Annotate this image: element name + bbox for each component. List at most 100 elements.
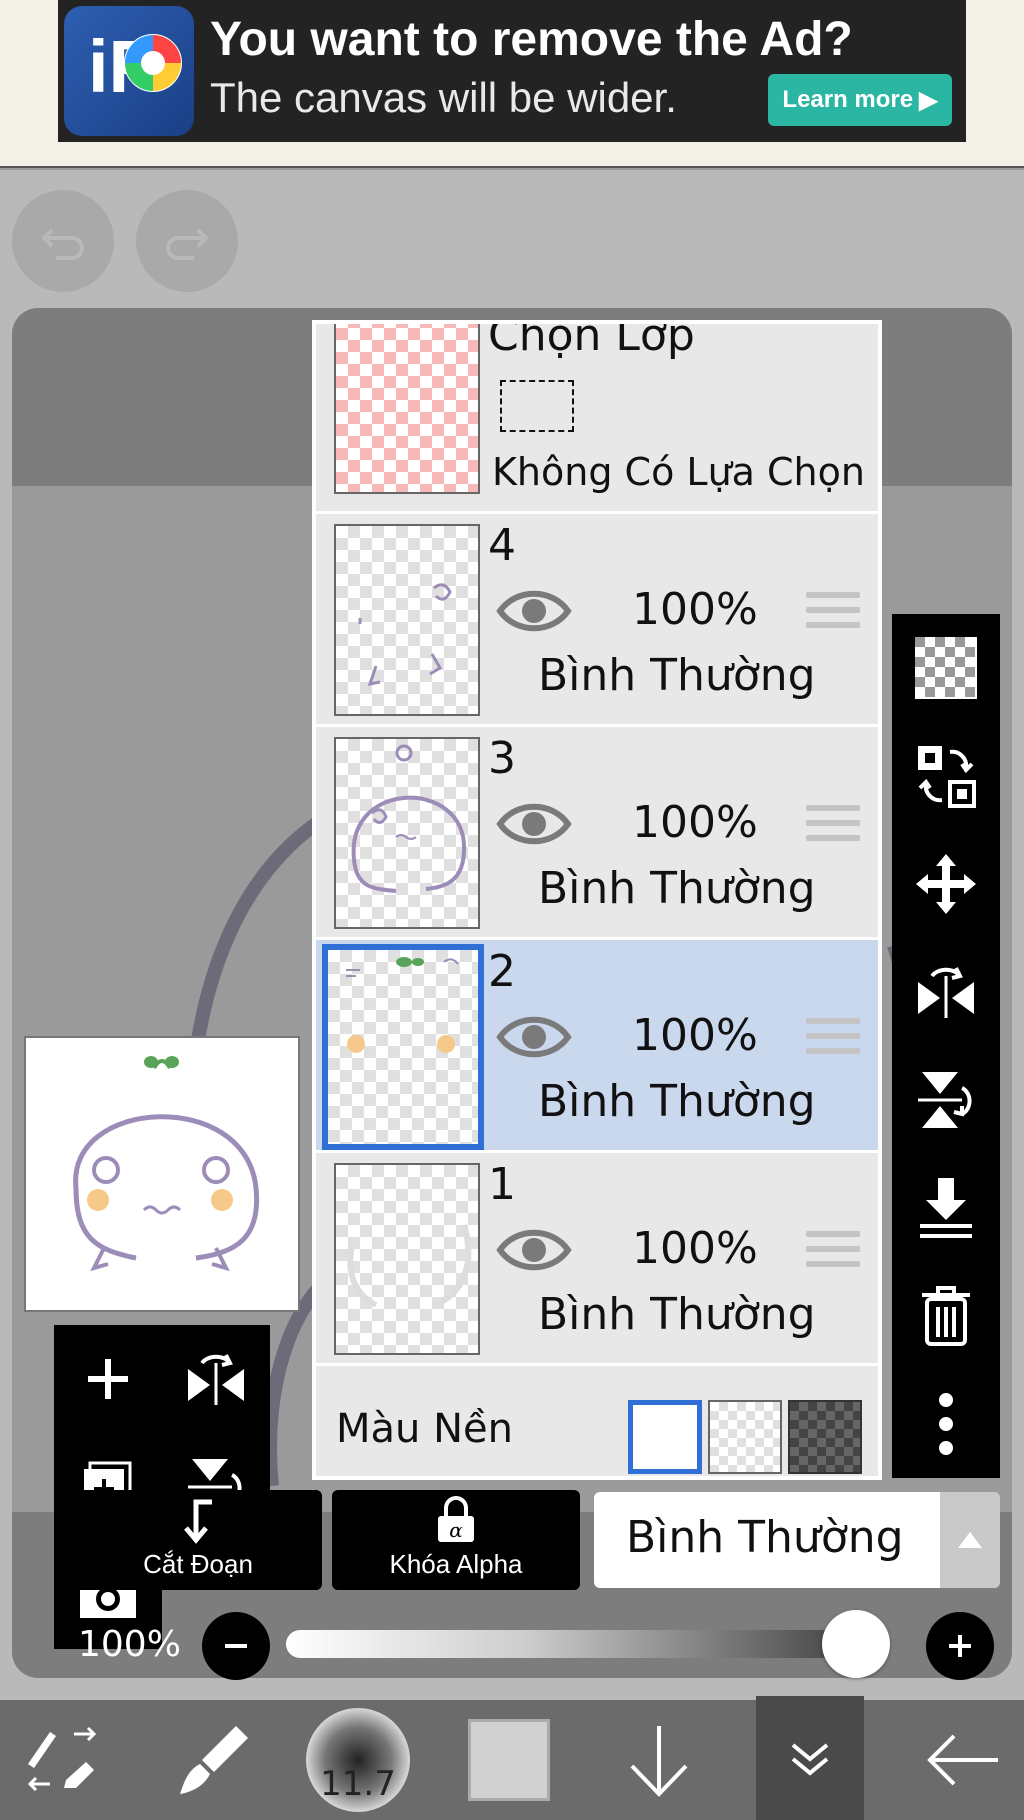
brush-tool-button[interactable] [164,1700,264,1820]
layer-thumbnail [334,737,480,929]
trash-icon [922,1286,970,1346]
blend-mode-select[interactable]: Bình Thường [594,1492,1000,1588]
layer-row-1[interactable]: 1 100% Bình Thường [316,1153,878,1366]
swap-layer-icon [918,746,976,808]
learn-more-button[interactable]: Learn more ▶ [768,74,952,126]
flip-layer-horizontal-button[interactable] [162,1325,270,1433]
ad-banner[interactable]: iP You want to remove the Ad? The canvas… [58,0,966,142]
layer-thumbnail [334,524,480,716]
color-button[interactable] [464,1700,554,1820]
lock-icon: α [438,1496,474,1542]
background-white-option[interactable] [628,1400,702,1474]
move-layer-button[interactable] [892,830,1000,938]
visibility-toggle[interactable] [496,797,572,855]
undo-icon [41,228,84,260]
layer-tools-toolbar [892,614,1000,1478]
eye-icon [496,1229,572,1271]
clipping-label: Cắt Đoạn [143,1549,253,1579]
tool-switch-icon [27,1726,97,1792]
redo-icon [166,228,209,260]
navigator-artwork [73,1056,260,1272]
visibility-toggle[interactable] [496,1223,572,1281]
brush-size-icon: 11.7 [306,1708,410,1812]
drag-handle-icon[interactable] [806,1231,860,1276]
layer-opacity: 100% [632,797,758,848]
ad-title: You want to remove the Ad? [210,13,853,66]
clipping-button[interactable]: Cắt Đoạn [74,1490,322,1590]
layer-number: 2 [488,946,516,997]
opacity-slider[interactable] [286,1610,890,1678]
layer-row-3[interactable]: 3 100% Bình Thường [316,727,878,940]
learn-more-label: Learn more [782,86,914,113]
layer-opacity: 100% [632,1010,758,1061]
opacity-slider-knob[interactable] [822,1610,890,1678]
opacity-increase-button[interactable] [926,1612,994,1680]
back-button[interactable] [912,1700,1012,1820]
expand-icon [791,1743,829,1776]
visibility-toggle[interactable] [496,1010,572,1068]
layer-blend-mode: Bình Thường [538,1289,816,1340]
opacity-decrease-button[interactable] [202,1612,270,1680]
add-layer-button[interactable] [54,1325,162,1433]
selection-marquee-icon [500,380,574,432]
layer-row-2[interactable]: 2 100% Bình Thường [316,940,878,1153]
plus-icon [88,1359,128,1399]
background-transparent-light-option[interactable] [708,1400,782,1474]
clear-layer-button[interactable] [892,614,1000,722]
workspace: Chọn Lớp Không Có Lựa Chọn 4 100% Bình T… [0,170,1024,1700]
checker-icon [915,637,977,699]
selection-layer-row[interactable]: Chọn Lớp Không Có Lựa Chọn [316,324,878,514]
flip-horizontal-button[interactable] [892,938,1000,1046]
redo-button[interactable] [136,190,238,292]
brush-size-button[interactable]: 11.7 [306,1700,410,1820]
canvas-navigator-thumbnail[interactable] [24,1036,300,1312]
eye-icon [496,1016,572,1058]
drag-handle-icon[interactable] [806,805,860,850]
layer-blend-mode: Bình Thường [538,650,816,701]
merge-down-icon [920,1178,972,1238]
drag-handle-icon[interactable] [806,1018,860,1063]
bottom-toolbar: 11.7 [0,1696,1024,1820]
more-icon [939,1393,953,1455]
swap-layer-button[interactable] [892,722,1000,830]
undo-button[interactable] [12,190,114,292]
layer-opacity: 100% [632,584,758,635]
alpha-lock-label: Khóa Alpha [389,1549,523,1579]
ad-banner-area: iP You want to remove the Ad? The canvas… [0,0,1024,168]
svg-text:α: α [449,1518,463,1542]
selection-layer-status: Không Có Lựa Chọn [492,450,865,494]
layers-toggle-button[interactable] [756,1696,864,1820]
tool-switch-button[interactable] [10,1700,110,1820]
merge-down-button[interactable] [892,1154,1000,1262]
back-arrow-icon [927,1734,998,1786]
background-transparent-dark-option[interactable] [788,1400,862,1474]
selection-layer-title: Chọn Lớp [488,324,695,361]
blend-mode-dropdown-button[interactable] [940,1492,1000,1588]
layer-thumbnail-selected [322,944,484,1150]
down-arrow-icon [630,1726,688,1797]
move-icon [916,854,976,914]
background-color-row: Màu Nền [316,1382,878,1476]
more-options-button[interactable] [892,1370,1000,1478]
ibis-paint-logo-icon: iP [64,6,194,136]
drag-handle-icon[interactable] [806,592,860,637]
triangle-up-icon [958,1532,982,1548]
layer-number: 1 [488,1159,516,1210]
plus-icon [949,1635,971,1657]
visibility-toggle[interactable] [496,584,572,642]
selection-layer-thumbnail [334,324,480,494]
clipping-arrow-icon [184,1499,212,1544]
layer-down-button[interactable] [614,1700,704,1820]
layer-blend-mode: Bình Thường [538,863,816,914]
layer-thumbnail [334,1163,480,1355]
flip-vertical-button[interactable] [892,1046,1000,1154]
blend-mode-value: Bình Thường [626,1512,904,1563]
brush-size-value: 11.7 [320,1764,396,1804]
color-swatch-icon [468,1719,550,1801]
layer-row-4[interactable]: 4 100% Bình Thường [316,514,878,727]
delete-layer-button[interactable] [892,1262,1000,1370]
flip-horizontal-icon [188,1354,244,1405]
layer-number: 4 [488,520,516,571]
alpha-lock-button[interactable]: α Khóa Alpha [332,1490,580,1590]
ad-subtitle: The canvas will be wider. [210,74,677,121]
